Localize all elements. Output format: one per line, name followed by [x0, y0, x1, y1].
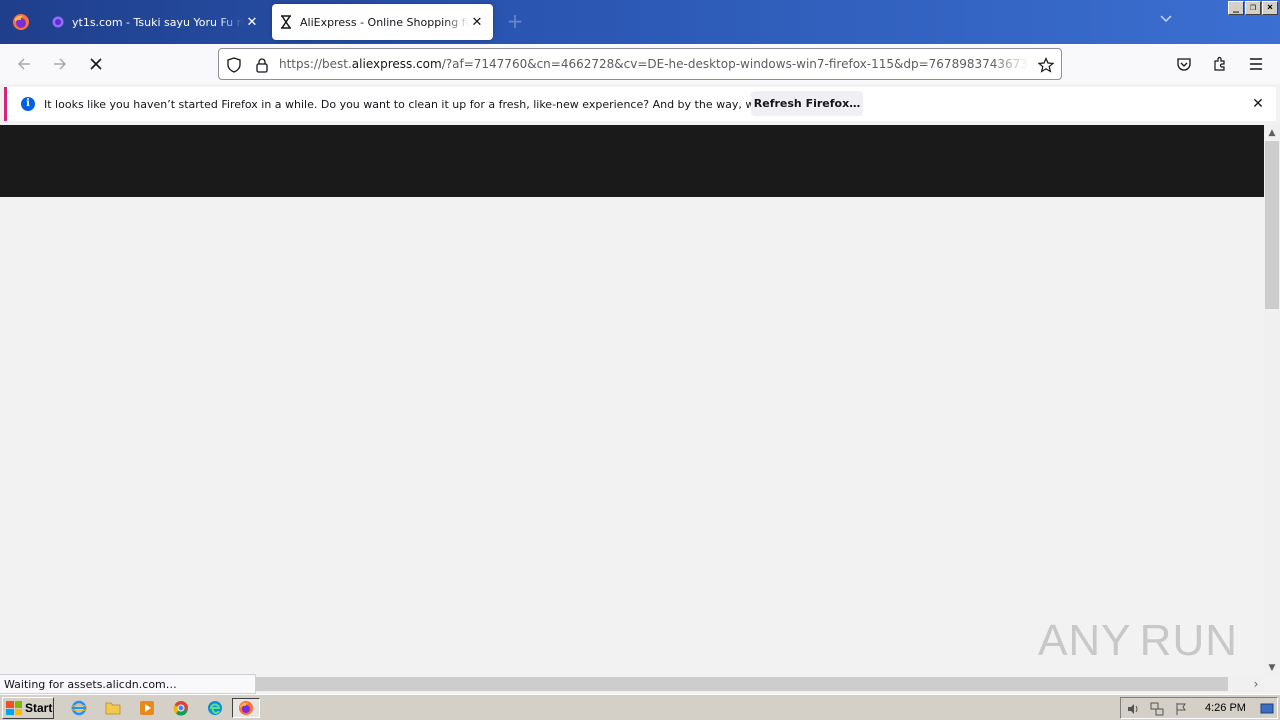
hamburger-menu-icon[interactable] — [1246, 54, 1266, 74]
notification-message: It looks like you haven’t started Firefo… — [44, 97, 829, 111]
tab-close-icon[interactable]: ✕ — [244, 14, 260, 30]
tab-title: AliExpress - Online Shopping für Elektro… — [300, 15, 469, 29]
stop-button[interactable] — [84, 52, 108, 76]
minimize-icon[interactable]: _ — [1228, 1, 1244, 15]
info-icon: i — [21, 97, 35, 111]
media-player-icon[interactable] — [136, 698, 158, 718]
vertical-scrollbar[interactable]: ▲ ▼ — [1264, 125, 1280, 676]
windows-logo-icon — [6, 701, 22, 715]
tab-close-icon[interactable]: ✕ — [469, 14, 485, 30]
close-window-icon[interactable]: × — [1262, 1, 1278, 15]
url-text[interactable]: https://best.aliexpress.com/?af=7147760&… — [279, 57, 1029, 71]
refresh-firefox-button[interactable]: Refresh Firefox… — [751, 91, 863, 116]
system-tray: 4:26 PM — [1120, 697, 1278, 719]
purple-circle-favicon — [52, 16, 64, 28]
file-explorer-folder-icon[interactable] — [102, 698, 124, 718]
edge-icon[interactable] — [204, 698, 226, 718]
back-button[interactable] — [12, 52, 36, 76]
firefox-taskbar-icon[interactable] — [232, 698, 260, 718]
navigation-toolbar: https://best.aliexpress.com/?af=7147760&… — [0, 44, 1280, 84]
watermark-left-text: ANY — [1038, 616, 1132, 665]
page-header-band — [0, 125, 1264, 197]
taskbar-clock[interactable]: 4:26 PM — [1205, 702, 1246, 714]
status-panel: Waiting for assets.alicdn.com… — [0, 674, 256, 694]
arrow-left-icon — [17, 58, 30, 70]
new-tab-plus-icon[interactable]: + — [503, 10, 527, 34]
tab-yt1s[interactable]: yt1s.com - Tsuki sayu Yoru Fu rin Ka ✕ — [44, 4, 268, 40]
tracking-protection-shield-icon[interactable] — [225, 56, 243, 74]
restore-icon[interactable]: ❐ — [1245, 1, 1261, 15]
close-icon[interactable]: ✕ — [1250, 96, 1266, 112]
bookmark-star-icon[interactable] — [1037, 56, 1055, 74]
pocket-icon[interactable] — [1174, 54, 1194, 74]
hourglass-loading-icon — [281, 15, 291, 29]
network-icon[interactable] — [1149, 701, 1165, 717]
arrow-right-icon — [54, 58, 67, 70]
tab-title: yt1s.com - Tsuki sayu Yoru Fu rin Ka — [72, 15, 244, 29]
action-center-flag-icon[interactable] — [1173, 701, 1189, 717]
chrome-icon[interactable] — [170, 698, 192, 718]
tab-aliexpress[interactable]: AliExpress - Online Shopping für Elektro… — [272, 4, 493, 40]
page-content — [0, 125, 1264, 676]
window-controls: _ ❐ × — [1228, 1, 1278, 15]
stop-x-icon — [90, 58, 102, 70]
list-all-tabs-chevron-icon[interactable] — [1156, 12, 1176, 32]
start-button[interactable]: Start — [2, 697, 54, 719]
url-subdomain: best. — [322, 57, 352, 71]
show-desktop-icon[interactable] — [1259, 701, 1275, 717]
vertical-scrollbar-thumb[interactable] — [1265, 141, 1279, 309]
windows-taskbar: Start 4:26 PM — [0, 694, 1280, 720]
url-bar[interactable]: https://best.aliexpress.com/?af=7147760&… — [218, 48, 1062, 80]
padlock-icon[interactable] — [253, 56, 271, 74]
watermark-right-text: RUN — [1139, 616, 1238, 665]
scroll-right-arrow-icon[interactable]: › — [1248, 676, 1264, 692]
anyrun-watermark: ANY RUN — [1038, 608, 1238, 674]
firefox-logo-icon — [13, 14, 29, 30]
extensions-puzzle-icon[interactable] — [1210, 54, 1230, 74]
tab-bar: yt1s.com - Tsuki sayu Yoru Fu rin Ka ✕ A… — [0, 0, 1280, 44]
url-scheme: https:// — [279, 57, 323, 71]
scroll-up-arrow-icon[interactable]: ▲ — [1264, 125, 1280, 141]
start-label: Start — [25, 701, 53, 715]
url-path: /?af=7147760&cn=4662728&cv=DE-he-desktop… — [441, 57, 1029, 71]
scroll-down-arrow-icon[interactable]: ▼ — [1264, 660, 1280, 676]
refresh-firefox-notification: i It looks like you haven’t started Fire… — [4, 87, 1276, 121]
forward-button[interactable] — [48, 52, 72, 76]
url-host: aliexpress.com — [351, 57, 442, 71]
firefox-view-button[interactable] — [0, 0, 42, 44]
internet-explorer-icon[interactable] — [68, 698, 90, 718]
volume-speaker-icon[interactable] — [1125, 701, 1141, 717]
